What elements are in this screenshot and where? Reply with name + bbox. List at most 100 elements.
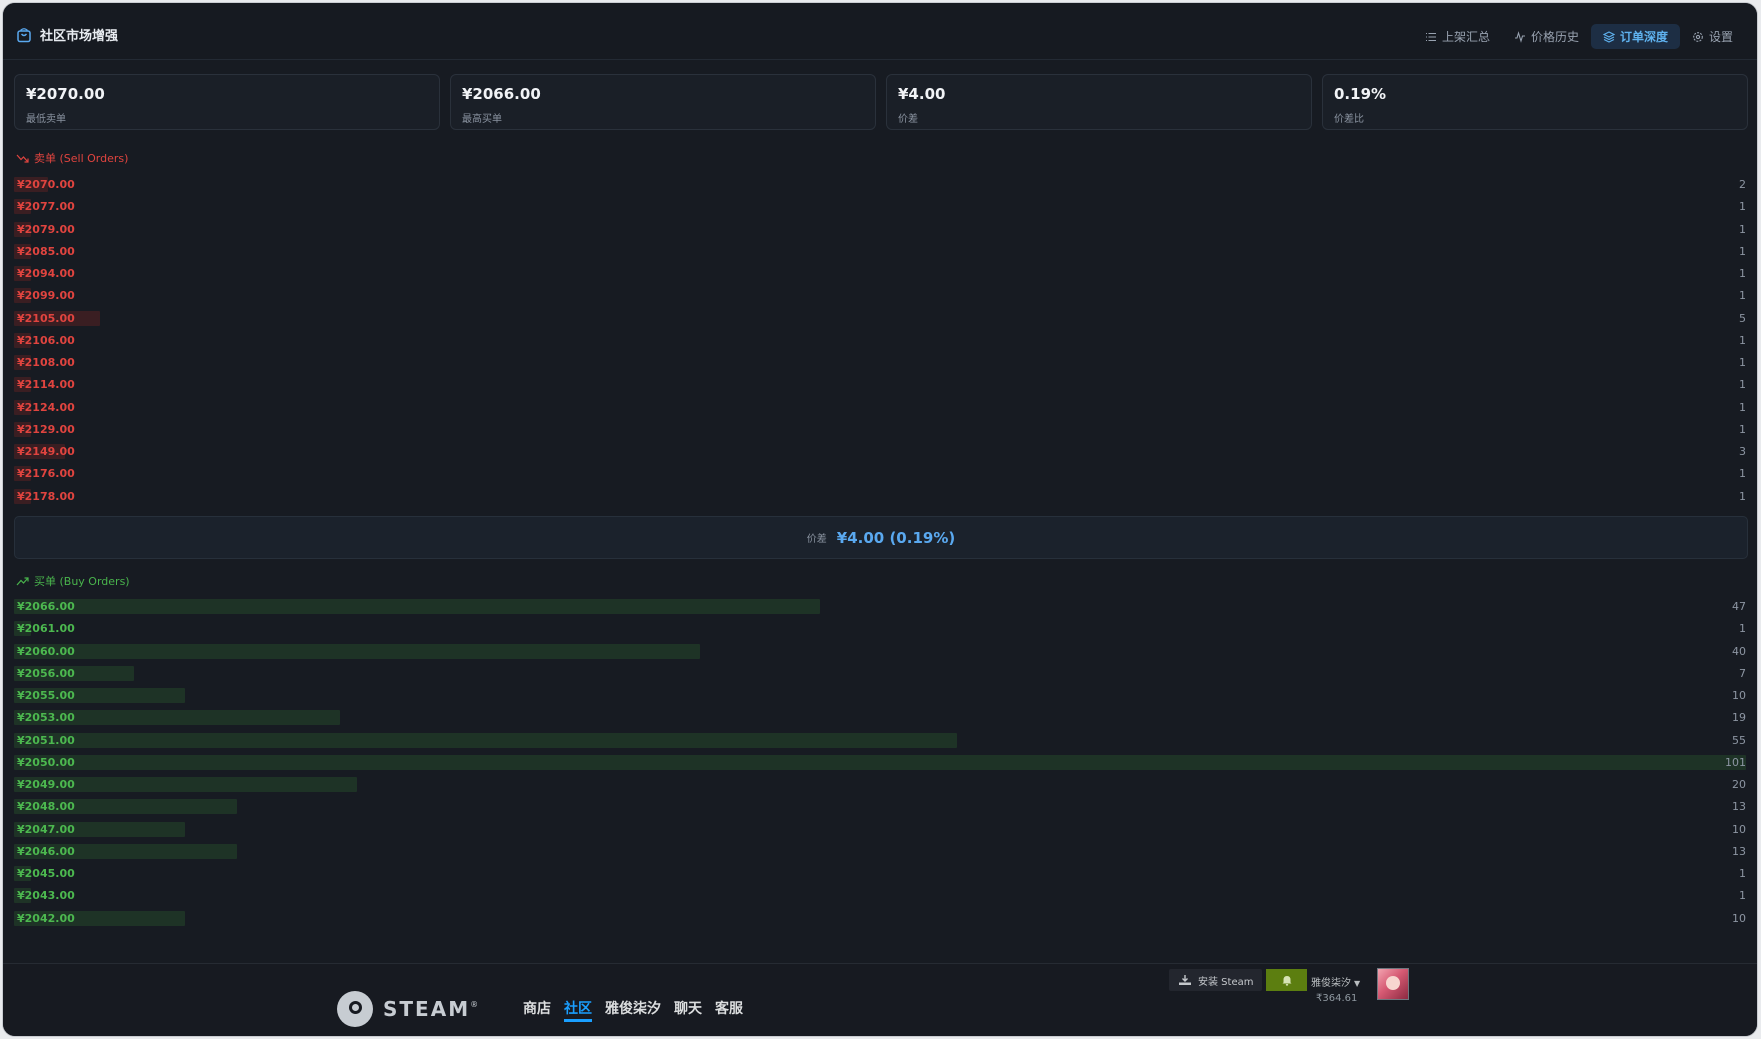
- notifications-button[interactable]: [1266, 969, 1307, 991]
- steam-nav-chat[interactable]: 聊天: [674, 998, 702, 1022]
- order-quantity: 1: [1739, 356, 1746, 369]
- caret-down-icon: ▼: [1354, 979, 1361, 988]
- stat-label: 最高买单: [462, 114, 502, 125]
- order-price: ¥2049.00: [17, 778, 75, 791]
- stat-card-highest-buy: ¥2066.00 最高买单: [450, 74, 876, 130]
- order-quantity: 5: [1739, 311, 1746, 325]
- order-quantity: 1: [1739, 400, 1746, 414]
- order-quantity: 1: [1739, 622, 1746, 636]
- buy-orders-list: ¥2066.00 47 ¥2061.00 1 ¥2060.00 40 ¥2056.00 7 ¥2…: [14, 595, 1746, 929]
- order-row: ¥2055.00 10: [14, 684, 1746, 706]
- stat-value: ¥2070.00: [26, 85, 105, 103]
- spread-value: ¥4.00 (0.19%): [836, 528, 956, 547]
- order-row: ¥2056.00 7: [14, 662, 1746, 684]
- stat-label: 价差: [898, 114, 918, 125]
- order-price: ¥2042.00: [17, 911, 75, 925]
- order-price: ¥2050.00: [17, 755, 75, 769]
- sell-orders-list: ¥2070.00 2 ¥2077.00 1 ¥2079.00 1 ¥2085.00 1 ¥209…: [14, 173, 1746, 507]
- steam-logo[interactable]: STEAM ®: [337, 991, 478, 1027]
- order-price: ¥2051.00: [17, 733, 75, 747]
- depth-bar: [14, 643, 700, 659]
- registered-mark: ®: [470, 999, 479, 1009]
- steam-nav-support[interactable]: 客服: [715, 998, 743, 1022]
- order-quantity: 20: [1732, 778, 1746, 791]
- spread-bar: 价差 ¥4.00 (0.19%): [14, 516, 1748, 559]
- order-price: ¥2106.00: [17, 333, 75, 347]
- steam-footer: STEAM ® 商店 社区 雅俊柒汐 聊天 客服 安装 Steam 雅俊柒汐▼: [3, 963, 1757, 1036]
- order-row: ¥2085.00 1: [14, 240, 1746, 262]
- order-quantity: 1: [1739, 289, 1746, 303]
- order-price: ¥2048.00: [17, 800, 75, 814]
- tab-settings[interactable]: 设置: [1680, 24, 1745, 49]
- order-quantity: 101: [1725, 755, 1746, 769]
- order-price: ¥2105.00: [17, 311, 75, 325]
- layers-icon: [1602, 30, 1615, 43]
- tab-listing-summary[interactable]: 上架汇总: [1413, 24, 1502, 49]
- order-quantity: 1: [1739, 378, 1746, 392]
- order-row: ¥2077.00 1: [14, 195, 1746, 217]
- steam-nav-profile[interactable]: 雅俊柒汐: [605, 998, 661, 1022]
- tab-price-history[interactable]: 价格历史: [1502, 24, 1591, 49]
- order-price: ¥2114.00: [17, 378, 75, 392]
- order-row: ¥2045.00 1: [14, 862, 1746, 884]
- stat-card-spread: ¥4.00 价差: [886, 74, 1312, 130]
- app-window: 社区市场增强 上架汇总 价格历史 订单深度 设置 ¥2070.00 最低卖单 ¥…: [3, 3, 1757, 1036]
- spread-label: 价差: [806, 534, 827, 545]
- trending-up-icon: [16, 576, 29, 585]
- steam-wordmark: STEAM: [383, 997, 471, 1021]
- stat-value: 0.19%: [1334, 85, 1387, 103]
- order-price: ¥2043.00: [17, 889, 75, 903]
- steam-nav-store[interactable]: 商店: [523, 998, 551, 1022]
- order-quantity: 1: [1739, 244, 1746, 258]
- buy-orders-title: 买单 (Buy Orders): [34, 575, 130, 588]
- install-label: 安装 Steam: [1198, 976, 1254, 988]
- order-price: ¥2060.00: [17, 644, 75, 658]
- avatar[interactable]: [1377, 968, 1409, 1000]
- order-quantity: 1: [1739, 467, 1746, 481]
- order-quantity: 1: [1739, 889, 1746, 903]
- steam-logo-icon: [337, 991, 373, 1027]
- order-row: ¥2066.00 47: [14, 595, 1746, 617]
- order-quantity: 1: [1739, 489, 1746, 503]
- list-icon: [1425, 32, 1436, 41]
- order-row: ¥2124.00 1: [14, 396, 1746, 418]
- order-price: ¥2047.00: [17, 822, 75, 836]
- order-row: ¥2149.00 3: [14, 440, 1746, 462]
- order-price: ¥2055.00: [17, 689, 75, 702]
- install-steam-button[interactable]: 安装 Steam: [1169, 969, 1263, 991]
- order-row: ¥2060.00 40: [14, 640, 1746, 662]
- account-menu[interactable]: 雅俊柒汐 ▼: [1311, 974, 1360, 989]
- order-price: ¥2178.00: [17, 489, 75, 503]
- order-quantity: 2: [1739, 178, 1746, 191]
- order-row: ¥2114.00 1: [14, 373, 1746, 395]
- steam-nav-community[interactable]: 社区: [564, 998, 592, 1022]
- tab-order-depth[interactable]: 订单深度: [1590, 24, 1680, 49]
- download-icon: [1179, 975, 1191, 985]
- brand: 社区市场增强: [16, 25, 118, 44]
- sell-orders-heading: 卖单 (Sell Orders): [16, 150, 128, 166]
- tab-nav: 上架汇总 价格历史 订单深度 设置: [1413, 24, 1745, 49]
- order-price: ¥2176.00: [17, 467, 75, 481]
- order-quantity: 1: [1739, 200, 1746, 214]
- order-row: ¥2070.00 2: [14, 173, 1746, 195]
- order-price: ¥2056.00: [17, 666, 75, 680]
- order-row: ¥2046.00 13: [14, 840, 1746, 862]
- account-name: 雅俊柒汐: [1311, 978, 1351, 989]
- order-row: ¥2094.00 1: [14, 262, 1746, 284]
- order-price: ¥2066.00: [17, 600, 75, 613]
- top-bar: 社区市场增强 上架汇总 价格历史 订单深度 设置: [3, 3, 1757, 60]
- order-quantity: 13: [1732, 800, 1746, 814]
- order-row: ¥2099.00 1: [14, 284, 1746, 306]
- order-row: ¥2108.00 1: [14, 351, 1746, 373]
- order-quantity: 19: [1732, 711, 1746, 725]
- tab-label: 上架汇总: [1441, 30, 1490, 44]
- tab-label: 价格历史: [1530, 30, 1579, 44]
- order-price: ¥2045.00: [17, 867, 75, 880]
- stat-card-spread-ratio: 0.19% 价差比: [1322, 74, 1748, 130]
- order-price: ¥2129.00: [17, 422, 75, 436]
- stats-row: ¥2070.00 最低卖单 ¥2066.00 最高买单 ¥4.00 价差 0.1…: [14, 74, 1748, 130]
- shopping-bag-icon: [17, 27, 31, 42]
- order-quantity: 1: [1739, 222, 1746, 236]
- sell-orders-title: 卖单 (Sell Orders): [34, 152, 129, 165]
- steam-nav: 商店 社区 雅俊柒汐 聊天 客服: [523, 998, 756, 1022]
